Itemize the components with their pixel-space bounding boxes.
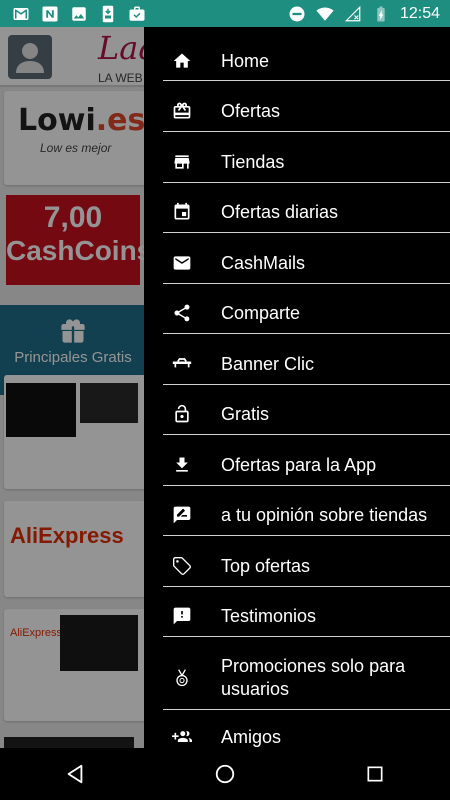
divider — [163, 434, 450, 435]
menu-item-label: Home — [221, 50, 270, 71]
home-circle-icon — [215, 764, 235, 784]
tag-icon — [172, 556, 192, 576]
menu-item-cashmails[interactable]: CashMails — [144, 243, 450, 283]
no-signal-icon — [344, 5, 361, 21]
menu-item-label: Comparte — [221, 302, 301, 323]
menu-item-top-ofertas[interactable]: Top ofertas — [144, 546, 450, 586]
menu-item-label: Ofertas para la App — [221, 454, 377, 475]
menu-item-label: CashMails — [221, 252, 306, 273]
menu-item-label: Gratis — [221, 403, 270, 424]
divider — [163, 485, 450, 486]
battery-charging-icon — [377, 6, 385, 21]
email-icon — [172, 253, 192, 273]
menu-item-label: a tu opinión sobre tiendas — [221, 504, 428, 525]
menu-item-label: Banner Clic — [221, 353, 315, 374]
menu-item-label: Ofertas — [221, 100, 281, 121]
download-icon — [172, 455, 192, 475]
divider — [163, 182, 450, 183]
do-not-disturb-icon — [289, 6, 305, 21]
briefcase-check-icon — [129, 6, 145, 21]
divider — [163, 232, 450, 233]
menu-item-testimonios[interactable]: Testimonios — [144, 596, 450, 636]
home-icon — [172, 51, 192, 71]
wifi-icon — [316, 6, 334, 21]
navigation-drawer: Home Ofertas Tiendas Ofertas diarias Cas… — [144, 27, 450, 748]
menu-item-ofertas-app[interactable]: Ofertas para la App — [144, 445, 450, 485]
menu-item-label: Top ofertas — [221, 555, 311, 576]
menu-item-home[interactable]: Home — [144, 41, 450, 81]
menu-item-comparte[interactable]: Comparte — [144, 293, 450, 333]
divider — [163, 131, 450, 132]
card-giftcard-icon — [172, 101, 192, 121]
menu-item-label: Promociones solo para usuarios — [221, 656, 406, 699]
home-button[interactable] — [201, 750, 249, 798]
clock: 12:54 — [399, 4, 440, 22]
calendar-icon — [172, 202, 192, 222]
group-add-icon — [172, 727, 192, 747]
menu-item-promociones[interactable]: Promociones solo para usuarios — [144, 647, 450, 709]
divider — [163, 333, 450, 334]
menu-item-tiendas[interactable]: Tiendas — [144, 142, 450, 182]
status-bar: 12:54 — [0, 0, 450, 27]
back-button[interactable] — [51, 750, 99, 798]
menu-item-ofertas[interactable]: Ofertas — [144, 91, 450, 131]
menu-item-label: Testimonios — [221, 605, 317, 626]
system-navigation-bar — [0, 748, 450, 800]
divider — [163, 80, 450, 81]
image-icon — [72, 6, 86, 21]
phone-app-icon — [102, 5, 114, 22]
divider — [163, 283, 450, 284]
gmail-icon — [13, 7, 29, 20]
menu-item-gratis[interactable]: Gratis — [144, 394, 450, 434]
divider — [163, 384, 450, 385]
menu-item-ofertas-diarias[interactable]: Ofertas diarias — [144, 192, 450, 232]
divider — [163, 535, 450, 536]
divider — [163, 709, 450, 710]
store-icon — [172, 152, 192, 172]
back-icon — [67, 764, 83, 784]
menu-item-label: Ofertas diarias — [221, 201, 339, 222]
lock-open-icon — [172, 404, 192, 424]
divider — [163, 586, 450, 587]
menu-item-label: Amigos — [221, 726, 282, 747]
menu-item-opinion-tiendas[interactable]: a tu opinión sobre tiendas — [144, 495, 450, 535]
medal-icon — [172, 668, 192, 688]
share-icon — [172, 303, 192, 323]
table-icon — [172, 354, 192, 374]
menu-item-amigos[interactable]: Amigos — [144, 719, 450, 748]
menu-item-banner-clic[interactable]: Banner Clic — [144, 344, 450, 384]
recents-button[interactable] — [351, 750, 399, 798]
feedback-icon — [172, 606, 192, 626]
menu-item-label: Tiendas — [221, 151, 285, 172]
divider — [163, 636, 450, 637]
rate-review-icon — [172, 505, 192, 525]
n-app-icon — [42, 6, 58, 21]
recents-icon — [367, 766, 383, 782]
